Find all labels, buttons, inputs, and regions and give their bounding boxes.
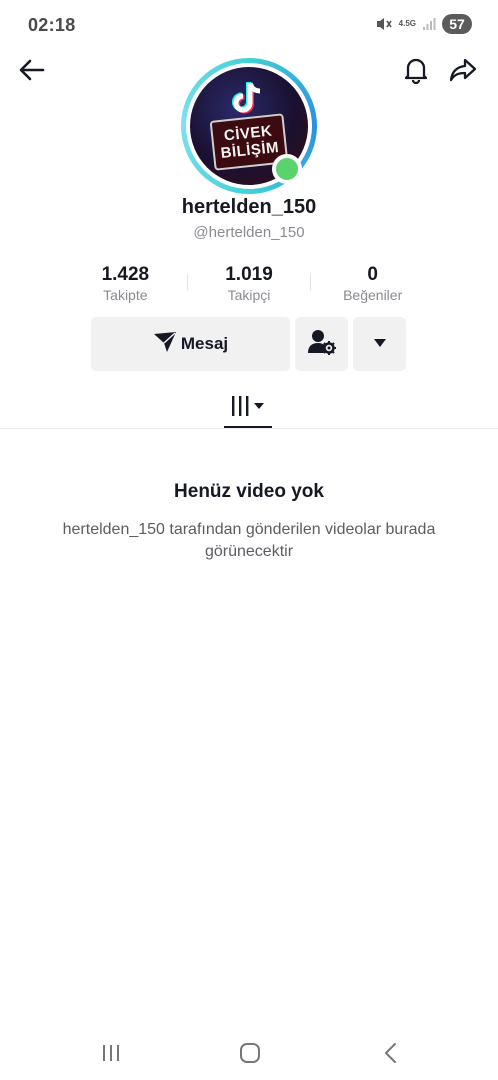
message-button[interactable]: Mesaj — [91, 317, 290, 371]
online-status-indicator — [272, 154, 302, 184]
home-icon — [239, 1042, 261, 1069]
stat-value: 0 — [367, 264, 378, 285]
avatar[interactable]: CİVEK BİLİŞİM — [181, 58, 317, 194]
profile-stats: 1.428 Takipte 1.019 Takipçi 0 Beğeniler — [64, 264, 434, 308]
video-grid-icon — [230, 394, 266, 423]
send-icon — [153, 331, 177, 358]
stat-likes[interactable]: 0 Beğeniler — [311, 264, 434, 308]
display-name: hertelden_150 — [181, 196, 317, 218]
notifications-button[interactable] — [398, 54, 434, 90]
share-icon — [449, 57, 477, 88]
stat-label: Takipte — [103, 287, 148, 303]
share-button[interactable] — [445, 54, 481, 90]
stat-value: 1.428 — [101, 264, 150, 285]
content-tabs — [0, 387, 498, 429]
status-icons: 4.5G 57 — [375, 14, 472, 34]
stat-followers[interactable]: 1.019 Takipçi — [188, 264, 311, 308]
tab-videos[interactable] — [224, 387, 272, 429]
status-time: 02:18 — [28, 15, 76, 35]
back-icon — [382, 1042, 398, 1069]
stat-label: Takipçi — [227, 287, 271, 303]
tiktok-logo-icon — [228, 81, 268, 120]
bell-icon — [403, 56, 429, 89]
user-settings-button[interactable] — [295, 317, 348, 371]
system-back-button[interactable] — [370, 1040, 410, 1070]
username-handle: @hertelden_150 — [193, 224, 305, 241]
empty-state-title: Henüz video yok — [174, 481, 324, 502]
message-button-label: Mesaj — [180, 334, 229, 353]
user-settings-icon — [307, 329, 336, 360]
caret-down-icon — [373, 335, 387, 353]
home-button[interactable] — [230, 1040, 270, 1070]
stat-value: 1.019 — [225, 264, 273, 285]
profile-actions: Mesaj — [91, 317, 406, 371]
battery-icon: 57 — [442, 14, 472, 34]
stat-following[interactable]: 1.428 Takipte — [64, 264, 187, 308]
arrow-left-icon — [17, 58, 45, 87]
mute-icon — [375, 16, 393, 32]
stat-label: Beğeniler — [343, 287, 403, 303]
back-button[interactable] — [13, 54, 49, 90]
empty-state-description: hertelden_150 tarafından gönderilen vide… — [62, 521, 436, 560]
active-tab-indicator — [224, 426, 272, 428]
system-nav-bar — [0, 1030, 498, 1080]
more-options-button[interactable] — [353, 317, 406, 371]
network-label: 4.5G — [398, 19, 416, 28]
recents-icon — [100, 1043, 122, 1068]
status-bar: 02:18 4.5G 57 — [0, 0, 498, 50]
signal-icon — [422, 17, 436, 31]
recents-button[interactable] — [91, 1040, 131, 1070]
